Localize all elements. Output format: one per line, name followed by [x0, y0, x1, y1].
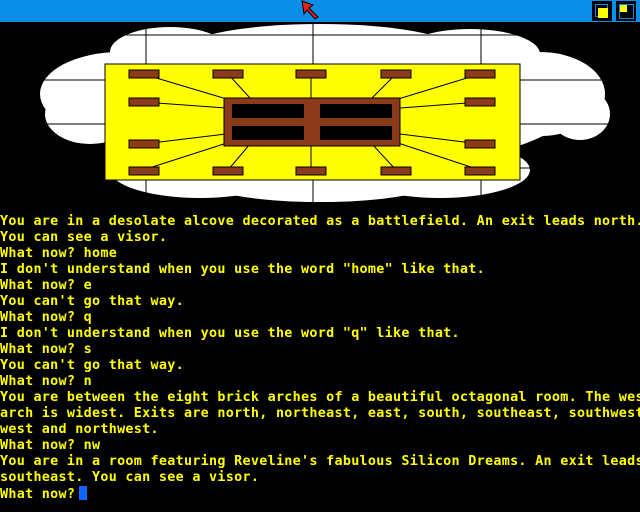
depth-gadget-icon[interactable]: [592, 1, 612, 21]
zoom-gadget-icon[interactable]: [616, 1, 636, 21]
transcript-line: What now? e: [0, 278, 92, 293]
text-cursor[interactable]: [79, 486, 88, 500]
window-title-bar[interactable]: [0, 0, 640, 22]
transcript-line: You can't go that way.: [0, 294, 184, 309]
transcript-line: What now? nw: [0, 438, 101, 453]
transcript-line: arch is widest. Exits are north, northea…: [0, 406, 640, 421]
transcript-line: You are between the eight brick arches o…: [0, 390, 640, 405]
mouse-pointer-icon: [301, 0, 319, 20]
location-illustration: [0, 22, 640, 208]
transcript-line: southeast. You can see a visor.: [0, 470, 260, 485]
transcript-line: You can't go that way.: [0, 358, 184, 373]
transcript-line: I don't understand when you use the word…: [0, 262, 485, 277]
transcript-line: You can see a visor.: [0, 230, 168, 245]
transcript-line: What now? home: [0, 246, 118, 261]
transcript-line: What now? n: [0, 374, 92, 389]
transcript-line: What now? s: [0, 342, 92, 357]
transcript-line: west and northwest.: [0, 422, 159, 437]
game-transcript: You are in a desolate alcove decorated a…: [0, 214, 640, 512]
transcript-line: You are in a room featuring Reveline's f…: [0, 454, 640, 469]
transcript-line: You are in a desolate alcove decorated a…: [0, 214, 640, 229]
transcript-line: I don't understand when you use the word…: [0, 326, 460, 341]
prompt-label: What now?: [0, 487, 76, 502]
transcript-line: What now? q: [0, 310, 92, 325]
command-prompt-line[interactable]: What now?: [0, 486, 640, 502]
central-pit: [223, 97, 401, 147]
